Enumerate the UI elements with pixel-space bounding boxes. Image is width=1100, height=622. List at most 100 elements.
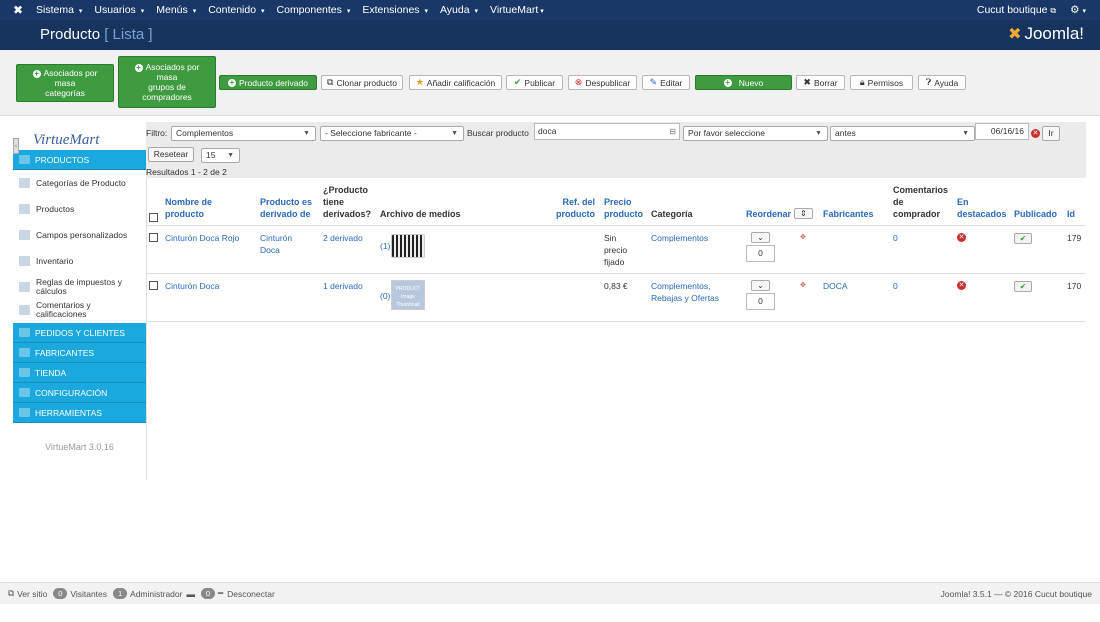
menu-virtuemart[interactable]: VirtueMart ▾ [490,4,544,16]
joomla-brand: ✖ Joomla! [1008,24,1084,43]
publish-button[interactable]: ✔ Publicar [506,75,563,90]
menu-extensiones[interactable]: Extensiones ▾ [362,4,428,16]
clone-product-button[interactable]: ⧉ Clonar producto [321,75,403,90]
logout-link[interactable]: Desconectar [227,589,275,599]
ordering-input[interactable]: 0 [746,293,775,310]
add-rating-button[interactable]: ★ Añadir calificación [409,75,502,90]
media-count-link[interactable]: (0) [380,290,390,302]
col-price[interactable]: Precio producto [604,196,643,220]
order-down-icon[interactable]: ⌄ [751,280,770,291]
product-category-link[interactable]: Complementos [651,232,708,244]
sidebar-section-orders[interactable]: PEDIDOS Y CLIENTES [13,323,146,343]
sidebar-item-customfields[interactable]: Campos personalizados [13,222,146,248]
search-input[interactable]: doca ⊟ [534,123,680,140]
col-reviews: Comentarios de comprador [893,185,949,219]
order-down-icon[interactable]: ⌄ [751,232,770,243]
sidebar-section-manufacturers[interactable]: FABRICANTES [13,343,146,363]
sidebar-section-products[interactable]: PRODUCTOS [13,150,146,170]
children-link[interactable]: 1 derivado [323,280,363,292]
menu-sistema[interactable]: Sistema ▾ [36,4,82,16]
joomla-menu-icon[interactable]: ✖ [0,3,36,17]
menu-ayuda[interactable]: Ayuda ▾ [440,4,478,16]
sidebar-section-configuration[interactable]: CONFIGURACIÓN [13,383,146,403]
menu-contenido[interactable]: Contenido ▾ [208,4,264,16]
row-checkbox[interactable] [149,281,158,290]
date-mode-select[interactable]: antes ▼ [830,126,975,141]
menu-usuarios[interactable]: Usuarios ▾ [94,4,144,16]
help-button[interactable]: ❓︎ Ayuda [918,75,966,90]
edit-button[interactable]: ✎ Editar [642,75,690,90]
view-site-link[interactable]: Ver sitio [17,589,47,599]
product-category-link[interactable]: Complementos, Rebajas y Ofertas [651,280,719,304]
new-button[interactable]: + Nuevo [695,75,792,90]
table-row: Cinturón Doca Rojo Cinturón Doca 2 deriva… [146,226,1086,274]
mass-shoppergroups-button[interactable]: + Asociados por masa grupos de compradore… [118,56,216,108]
clear-search-icon[interactable]: ⊟ [669,124,676,139]
search-label: Buscar producto [467,128,529,138]
status-select[interactable]: Por favor seleccione ▼ [683,126,828,141]
user-menu[interactable]: ⚙ ▾ [1070,4,1086,16]
col-reorder[interactable]: Reordenar [746,208,791,220]
col-sku[interactable]: Ref. del producto [556,196,595,220]
delete-button[interactable]: ✖ Borrar [796,75,845,90]
clear-date-icon[interactable]: ✕ [1031,129,1040,138]
virtuemart-sidebar: ‹ VirtueMart PRODUCTOS Categorías de Pro… [13,124,146,480]
category-select[interactable]: Complementos ▼ [171,126,316,141]
reset-button[interactable]: Resetear [148,147,194,162]
no-image-thumbnail[interactable]: PRODUCT Image Thumbnail [391,280,425,310]
sidebar-item-categories[interactable]: Categorías de Producto [13,170,146,196]
product-name-link[interactable]: Cinturón Doca Rojo [165,232,239,244]
product-thumbnail[interactable] [391,234,425,258]
col-manufacturer[interactable]: Fabricantes [823,208,874,220]
unpublish-button[interactable]: ⊗ Despublicar [568,75,637,90]
limit-select[interactable]: 15 ▼ [201,148,240,163]
ordering-input[interactable]: 0 [746,245,775,262]
manufacturer-link[interactable]: DOCA [823,280,848,292]
col-name[interactable]: Nombre de producto [165,196,212,220]
col-featured[interactable]: En destacados [957,196,1007,220]
admin-label: Administrador [130,588,183,599]
child-product-button[interactable]: + Producto derivado [219,75,317,90]
menu-menus[interactable]: Menús ▾ [156,4,196,16]
manufacturer-select[interactable]: - Seleccione fabricante - ▼ [320,126,464,141]
col-id[interactable]: Id [1067,208,1075,220]
media-count-link[interactable]: (1) [380,240,390,252]
reviews-link[interactable]: 0 [893,232,898,244]
sidebar-section-shop[interactable]: TIENDA [13,363,146,383]
plus-circle-icon: + [134,63,143,72]
sidebar-item-inventory[interactable]: Inventario [13,248,146,274]
drag-handle-icon[interactable]: ✥ [800,233,806,241]
sidebar-item-taxrules[interactable]: Reglas de impuestos y cálculos [13,274,146,300]
not-featured-icon[interactable]: ✕ [957,233,966,242]
published-toggle[interactable]: ✔ [1014,233,1032,244]
product-name-link[interactable]: Cinturón Doca [165,280,219,292]
table-header: Nombre de producto Producto es derivado de… [146,180,1086,226]
drag-handle-icon[interactable]: ✥ [800,281,806,289]
col-published[interactable]: Publicado [1014,208,1057,220]
sidebar-toggle[interactable]: ‹ [13,138,19,154]
mass-categories-button[interactable]: + Asociados por masa categorías [16,64,114,102]
menu-componentes[interactable]: Componentes ▾ [277,4,351,16]
products-icon [19,155,30,164]
not-featured-icon[interactable]: ✕ [957,281,966,290]
date-input[interactable]: 06/16/16 [975,123,1029,140]
messages-badge[interactable]: 0 [200,588,215,599]
row-checkbox[interactable] [149,233,158,242]
save-order-button[interactable]: ⇕ [794,208,813,219]
x-circle-icon: ⊗ [574,77,583,87]
sidebar-item-products[interactable]: Productos [13,196,146,222]
parent-product-link[interactable]: Cinturón Doca [260,232,292,256]
site-link[interactable]: Cucut boutique ⧉ [977,4,1056,16]
select-all-checkbox[interactable] [149,213,158,222]
sidebar-item-reviews[interactable]: Comentarios y calificaciones [13,300,146,320]
published-toggle[interactable]: ✔ [1014,281,1032,292]
col-parent[interactable]: Producto es derivado de [260,196,312,220]
reviews-link[interactable]: 0 [893,280,898,292]
sidebar-section-tools[interactable]: HERRAMIENTAS [13,403,146,423]
results-count: Resultados 1 - 2 de 2 [146,167,227,177]
check-icon: ✔ [513,77,522,87]
children-link[interactable]: 2 derivado [323,232,363,244]
go-button[interactable]: Ir [1042,126,1060,141]
permissions-button[interactable]: 🔒︎ Permisos [850,75,913,90]
gear-icon: ⚙ [1070,4,1080,16]
